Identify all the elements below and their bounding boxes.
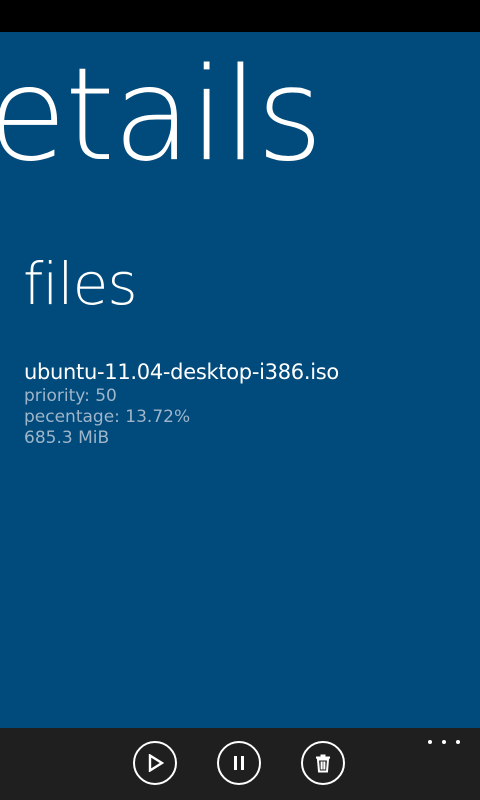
pause-button[interactable]: [217, 741, 261, 785]
page-title: etails: [0, 41, 323, 190]
trash-icon: [316, 754, 330, 773]
ellipsis-icon[interactable]: [428, 734, 460, 750]
play-icon: [148, 754, 164, 772]
file-priority: priority: 50: [24, 386, 117, 406]
file-size: 685.3 MiB: [24, 428, 110, 448]
status-bar: [0, 0, 480, 32]
application-bar: [0, 728, 480, 800]
dot: [428, 740, 432, 744]
dot: [456, 740, 460, 744]
file-name: ubuntu-11.04-desktop-i386.iso: [24, 360, 339, 384]
section-title: files: [23, 250, 138, 318]
delete-button[interactable]: [301, 741, 345, 785]
dot: [442, 740, 446, 744]
file-percentage: pecentage: 13.72%: [24, 407, 191, 427]
pause-icon: [234, 756, 244, 770]
file-list-item[interactable]: ubuntu-11.04-desktop-i386.iso priority: …: [24, 358, 464, 449]
play-button[interactable]: [133, 741, 177, 785]
panorama-content: etails files ubuntu-11.04-desktop-i386.i…: [0, 32, 480, 728]
